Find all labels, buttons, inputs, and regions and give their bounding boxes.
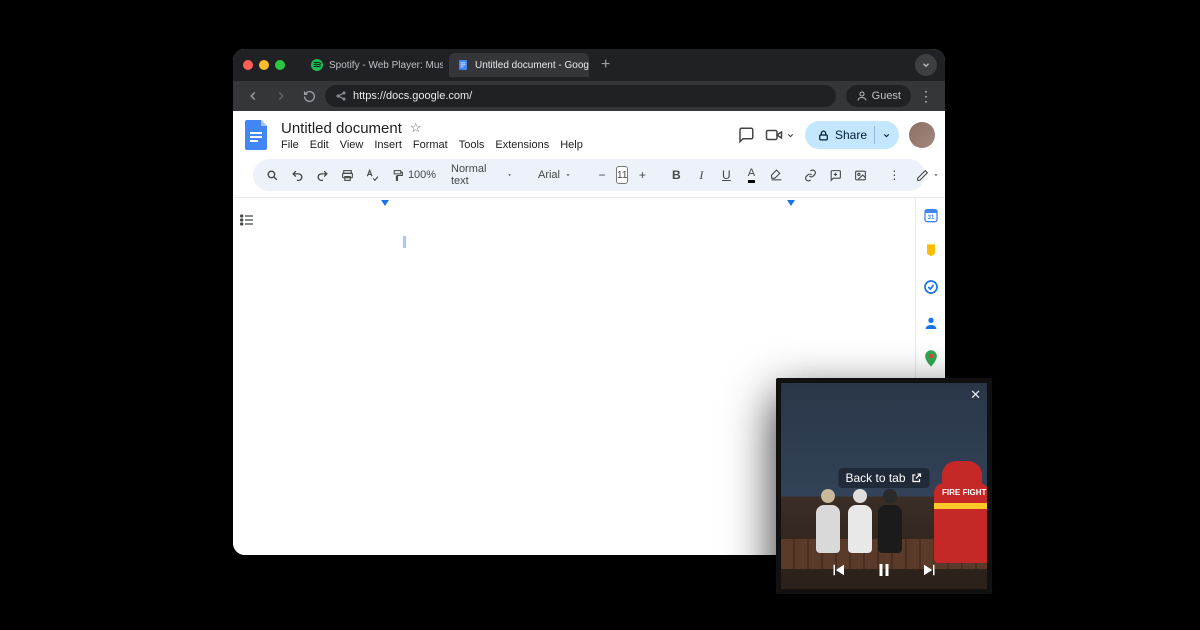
next-track-button[interactable]	[921, 561, 939, 579]
guest-label: Guest	[872, 90, 901, 102]
italic-button[interactable]: I	[690, 163, 712, 187]
tasks-icon[interactable]	[922, 278, 940, 296]
more-toolbar-button[interactable]: ⋮	[883, 163, 905, 187]
outline-button[interactable]	[239, 212, 255, 555]
document-title[interactable]: Untitled document	[281, 120, 402, 137]
menu-help[interactable]: Help	[560, 139, 583, 151]
menu-tools[interactable]: Tools	[459, 139, 485, 151]
font-dropdown[interactable]: Arial	[527, 163, 579, 187]
editing-mode-button[interactable]	[908, 163, 945, 187]
menu-format[interactable]: Format	[413, 139, 448, 151]
pause-button[interactable]	[875, 561, 893, 579]
font-size-input[interactable]: 11	[616, 166, 628, 184]
address-bar[interactable]: https://docs.google.com/	[325, 85, 836, 107]
redo-button[interactable]	[311, 163, 333, 187]
maximize-window-button[interactable]	[275, 60, 285, 70]
toolbar: 100% Normal text Arial − 11 + B I U A ⋮	[253, 159, 925, 191]
menu-edit[interactable]: Edit	[310, 139, 329, 151]
docs-icon	[457, 59, 469, 71]
text-cursor	[403, 236, 406, 248]
tab-search-button[interactable]	[915, 54, 937, 76]
insert-image-button[interactable]	[849, 163, 871, 187]
docs-home-button[interactable]	[243, 117, 271, 153]
pip-video: FIRE FIGHTE ✕ Back to tab	[781, 383, 987, 589]
site-info-icon[interactable]	[335, 90, 347, 102]
undo-button[interactable]	[286, 163, 308, 187]
svg-text:31: 31	[927, 215, 934, 221]
tab-spotify[interactable]: Spotify - Web Player: Music f ×	[303, 53, 443, 77]
menu-extensions[interactable]: Extensions	[495, 139, 549, 151]
menu-insert[interactable]: Insert	[374, 139, 402, 151]
decrease-font-button[interactable]: −	[591, 163, 613, 187]
search-menus-button[interactable]	[261, 163, 283, 187]
account-avatar[interactable]	[909, 122, 935, 148]
text-color-button[interactable]: A	[740, 163, 762, 187]
share-button[interactable]: Share	[805, 121, 899, 149]
insert-link-button[interactable]	[799, 163, 821, 187]
spotify-icon	[311, 59, 323, 71]
underline-button[interactable]: U	[715, 163, 737, 187]
meet-button[interactable]	[765, 126, 795, 144]
print-button[interactable]	[336, 163, 358, 187]
docs-header: Untitled document ☆ File Edit View Inser…	[233, 111, 945, 197]
menu-file[interactable]: File	[281, 139, 299, 151]
firefighter-figure: FIRE FIGHTE	[928, 461, 987, 571]
bold-button[interactable]: B	[665, 163, 687, 187]
right-indent-marker[interactable]	[787, 200, 795, 206]
profile-button[interactable]: Guest	[846, 85, 911, 107]
new-tab-button[interactable]: +	[595, 56, 616, 74]
tab-strip: Spotify - Web Player: Music f × Untitled…	[233, 49, 945, 81]
menu-view[interactable]: View	[340, 139, 364, 151]
menu-bar: File Edit View Insert Format Tools Exten…	[281, 137, 583, 151]
share-label: Share	[835, 128, 867, 142]
maps-icon[interactable]	[922, 350, 940, 368]
url-text: https://docs.google.com/	[353, 90, 472, 102]
tab-docs[interactable]: Untitled document - Google D ×	[449, 53, 589, 77]
styles-dropdown[interactable]: Normal text	[445, 163, 515, 187]
reload-button[interactable]	[297, 84, 321, 108]
calendar-icon[interactable]: 31	[922, 206, 940, 224]
zoom-dropdown[interactable]: 100%	[411, 163, 433, 187]
previous-track-button[interactable]	[829, 561, 847, 579]
nav-bar: https://docs.google.com/ Guest ⋮	[233, 81, 945, 111]
star-button[interactable]: ☆	[410, 120, 422, 136]
left-indent-marker[interactable]	[381, 200, 389, 206]
tab-label: Spotify - Web Player: Music f	[329, 60, 443, 71]
back-button[interactable]	[241, 84, 265, 108]
window-controls	[243, 60, 285, 70]
pip-controls	[781, 561, 987, 579]
contacts-icon[interactable]	[922, 314, 940, 332]
spellcheck-button[interactable]	[361, 163, 383, 187]
minimize-window-button[interactable]	[259, 60, 269, 70]
keep-icon[interactable]	[922, 242, 940, 260]
comment-history-button[interactable]	[737, 126, 755, 144]
add-comment-button[interactable]	[824, 163, 846, 187]
highlight-button[interactable]	[765, 163, 787, 187]
back-to-tab-label: Back to tab	[845, 471, 905, 485]
pip-window[interactable]: FIRE FIGHTE ✕ Back to tab	[776, 378, 992, 594]
ruler[interactable]	[381, 198, 895, 208]
forward-button[interactable]	[269, 84, 293, 108]
close-window-button[interactable]	[243, 60, 253, 70]
tab-label: Untitled document - Google D	[475, 60, 589, 71]
pip-close-button[interactable]: ✕	[970, 387, 981, 403]
back-to-tab-button[interactable]: Back to tab	[838, 468, 929, 488]
increase-font-button[interactable]: +	[631, 163, 653, 187]
browser-menu-button[interactable]: ⋮	[915, 88, 937, 105]
